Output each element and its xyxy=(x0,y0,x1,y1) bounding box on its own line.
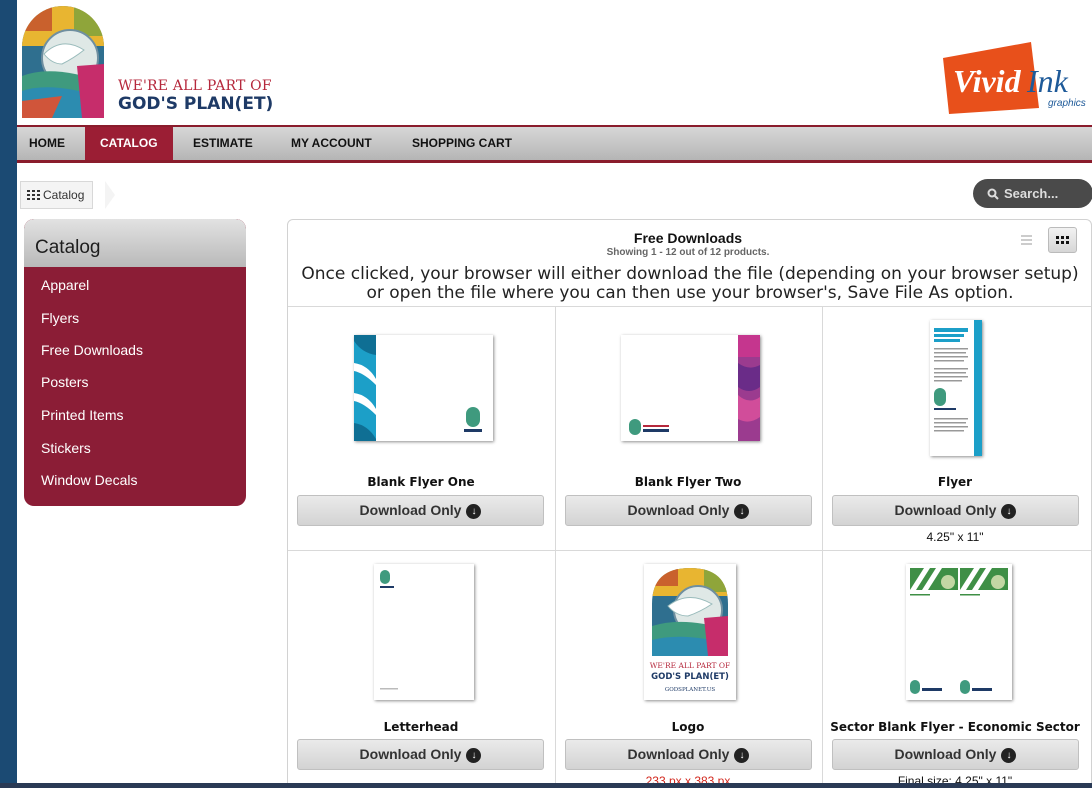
download-arrow-icon: ↓ xyxy=(466,504,482,519)
sidebar-item-posters[interactable]: Posters xyxy=(41,374,88,390)
download-button[interactable]: Download Only ↓ xyxy=(832,739,1079,770)
grid-icon xyxy=(27,183,40,200)
product-thumbnail[interactable] xyxy=(930,320,982,456)
sidebar-item-window-decals[interactable]: Window Decals xyxy=(41,472,137,488)
browser-page: WE'RE ALL PART OF GOD'S PLAN(ET) Vivid I… xyxy=(17,0,1092,783)
download-arrow-icon: ↓ xyxy=(734,504,750,519)
sidebar-item-free-downloads[interactable]: Free Downloads xyxy=(41,342,143,358)
site-header: WE'RE ALL PART OF GOD'S PLAN(ET) Vivid I… xyxy=(17,0,1092,125)
result-count: Showing 1 - 12 out of 12 products. xyxy=(606,247,770,258)
product-panel: Free Downloads Showing 1 - 12 out of 12 … xyxy=(287,219,1092,783)
breadcrumb-label: Catalog xyxy=(43,188,85,202)
grid-divider xyxy=(288,306,1091,307)
download-button[interactable]: Download Only ↓ xyxy=(297,739,544,770)
sidebar-title: Catalog xyxy=(24,219,246,267)
nav-catalog[interactable]: CATALOG xyxy=(85,127,173,160)
search-placeholder: Search... xyxy=(1004,186,1059,201)
product-thumbnail[interactable] xyxy=(621,335,760,441)
download-button-label: Download Only xyxy=(359,502,462,518)
product-name[interactable]: Sector Blank Flyer - Economic Sector xyxy=(822,720,1088,734)
grid-divider xyxy=(555,306,556,783)
product-thumbnail[interactable] xyxy=(906,564,1012,700)
download-button[interactable]: Download Only ↓ xyxy=(832,495,1079,526)
logo-thumb-url: GODSPLANET.US xyxy=(665,687,715,693)
search-input[interactable]: Search... xyxy=(973,179,1092,208)
download-button-label: Download Only xyxy=(359,746,462,762)
window-bottom-edge xyxy=(0,783,1092,788)
main-navbar: HOME CATALOG ESTIMATE MY ACCOUNT SHOPPIN… xyxy=(17,125,1092,163)
svg-text:Vivid: Vivid xyxy=(953,63,1022,99)
product-name[interactable]: Flyer xyxy=(822,475,1088,489)
nav-shopping-cart[interactable]: SHOPPING CART xyxy=(400,127,524,160)
sidebar-item-apparel[interactable]: Apparel xyxy=(41,277,89,293)
list-view-button[interactable] xyxy=(1012,227,1041,253)
download-instructions: Once clicked, your browser will either d… xyxy=(301,264,1079,303)
breadcrumb-arrow xyxy=(105,181,115,209)
nav-estimate[interactable]: ESTIMATE xyxy=(181,127,265,160)
nav-my-account[interactable]: MY ACCOUNT xyxy=(279,127,384,160)
download-button[interactable]: Download Only ↓ xyxy=(565,739,812,770)
download-button-label: Download Only xyxy=(627,502,730,518)
download-button-label: Download Only xyxy=(894,746,997,762)
catalog-sidebar: Catalog Apparel Flyers Free Downloads Po… xyxy=(24,219,246,506)
download-button[interactable]: Download Only ↓ xyxy=(565,495,812,526)
download-button-label: Download Only xyxy=(894,502,997,518)
download-arrow-icon: ↓ xyxy=(734,748,750,763)
product-thumbnail[interactable] xyxy=(374,564,474,700)
logo-thumb-line1: WE'RE ALL PART OF xyxy=(650,661,731,670)
site-logo-image[interactable] xyxy=(22,6,104,118)
nav-home[interactable]: HOME xyxy=(17,127,77,160)
product-size-note: 233 px x 383 px xyxy=(645,774,731,783)
download-arrow-icon: ↓ xyxy=(1001,504,1017,519)
product-thumbnail[interactable]: WE'RE ALL PART OF GOD'S PLAN(ET) GODSPLA… xyxy=(644,564,736,700)
product-size-note: Final size: 4.25" x 11" xyxy=(897,774,1013,783)
grid-divider xyxy=(288,550,1091,551)
product-name[interactable]: Logo xyxy=(555,720,821,734)
search-icon xyxy=(987,181,999,210)
logo-tagline-line1: WE'RE ALL PART OF xyxy=(118,78,272,94)
sidebar-item-stickers[interactable]: Stickers xyxy=(41,440,91,456)
vividink-logo[interactable]: Vivid Ink graphics xyxy=(935,40,1087,115)
sidebar-item-printed-items[interactable]: Printed Items xyxy=(41,407,123,423)
list-view-icon xyxy=(1021,235,1032,245)
grid-divider xyxy=(822,306,823,783)
svg-text:Ink: Ink xyxy=(1026,63,1069,99)
logo-tagline-line2: GOD'S PLAN(ET) xyxy=(118,94,274,114)
grid-view-button[interactable] xyxy=(1048,227,1077,253)
grid-view-icon xyxy=(1056,236,1069,244)
product-name[interactable]: Blank Flyer One xyxy=(288,475,554,489)
download-button-label: Download Only xyxy=(627,746,730,762)
product-thumbnail[interactable] xyxy=(354,335,493,441)
download-arrow-icon: ↓ xyxy=(1001,748,1017,763)
download-arrow-icon: ↓ xyxy=(466,748,482,763)
product-name[interactable]: Blank Flyer Two xyxy=(555,475,821,489)
breadcrumb[interactable]: Catalog xyxy=(20,181,94,209)
svg-text:graphics: graphics xyxy=(1048,98,1086,109)
product-name[interactable]: Letterhead xyxy=(288,720,554,734)
page-title: Free Downloads xyxy=(633,230,743,246)
product-size-note: 4.25" x 11" xyxy=(926,530,984,544)
download-button[interactable]: Download Only ↓ xyxy=(297,495,544,526)
sidebar-item-flyers[interactable]: Flyers xyxy=(41,310,79,326)
logo-thumb-line2: GOD'S PLAN(ET) xyxy=(651,672,729,682)
